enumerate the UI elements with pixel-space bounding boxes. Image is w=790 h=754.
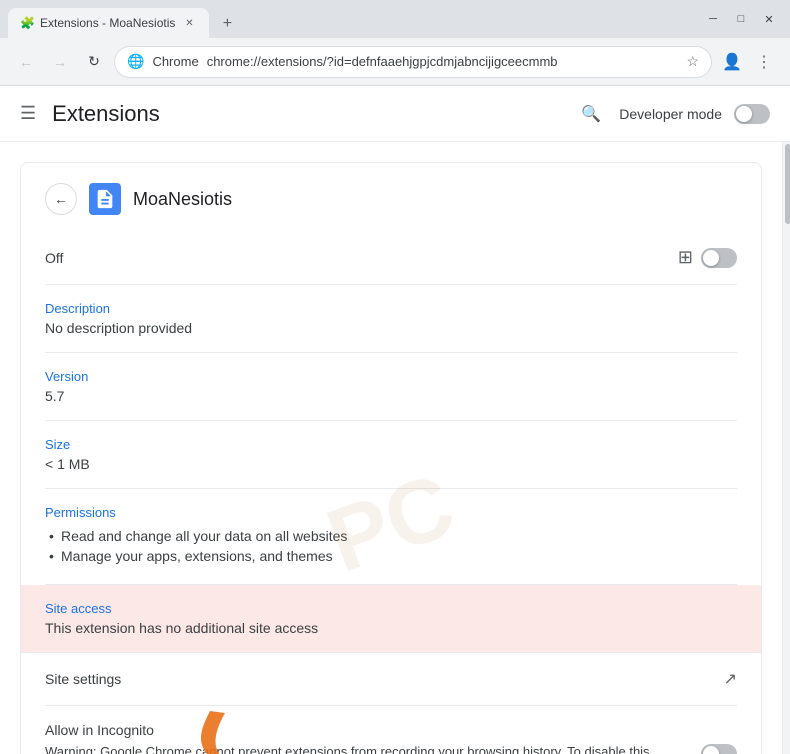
permissions-section: Permissions Read and change all your dat… xyxy=(45,489,737,585)
sidebar-toggle-button[interactable]: ☰ xyxy=(20,103,36,124)
extensions-content: PC ← MoaNesiotis xyxy=(0,142,790,754)
version-label: Version xyxy=(45,369,737,384)
profile-button[interactable]: 👤 xyxy=(718,48,746,76)
developer-mode-label: Developer mode xyxy=(619,106,722,122)
new-tab-button[interactable]: + xyxy=(213,10,241,38)
description-section: Description No description provided xyxy=(45,285,737,353)
browser-frame: 🧩 Extensions - MoaNesiotis ✕ + ─ □ ✕ ← →… xyxy=(0,0,790,754)
size-section: Size < 1 MB xyxy=(45,421,737,489)
description-value: No description provided xyxy=(45,320,737,336)
size-value: < 1 MB xyxy=(45,456,737,472)
extensions-main: PC ← MoaNesiotis xyxy=(0,142,782,754)
site-access-section: Site access This extension has no additi… xyxy=(21,585,761,653)
description-label: Description xyxy=(45,301,737,316)
status-section: Off ⊞ xyxy=(45,231,737,285)
extensions-header: ☰ Extensions 🔍 Developer mode xyxy=(0,86,790,142)
version-value: 5.7 xyxy=(45,388,737,404)
maximize-button[interactable]: □ xyxy=(728,9,754,29)
omnibox[interactable]: 🌐 Chrome chrome://extensions/?id=defnfaa… xyxy=(114,46,712,78)
forward-nav-button[interactable]: → xyxy=(46,48,74,76)
arrow-svg xyxy=(180,701,270,754)
permission-item-2: Manage your apps, extensions, and themes xyxy=(45,548,737,564)
version-section: Version 5.7 xyxy=(45,353,737,421)
extension-enabled-toggle-knob xyxy=(703,250,719,266)
back-nav-button[interactable]: ← xyxy=(12,48,40,76)
permissions-list: Read and change all your data on all web… xyxy=(45,528,737,564)
incognito-toggle-knob xyxy=(703,746,719,754)
reload-button[interactable]: ↻ xyxy=(80,48,108,76)
omnibox-brand-label: Chrome xyxy=(152,54,198,69)
site-settings-label: Site settings xyxy=(45,671,121,687)
address-bar: ← → ↻ 🌐 Chrome chrome://extensions/?id=d… xyxy=(0,38,790,86)
back-button[interactable]: ← xyxy=(45,183,77,215)
detail-header: ← MoaNesiotis xyxy=(45,183,737,215)
chrome-logo-icon: 🌐 xyxy=(127,53,144,70)
tab-title: Extensions - MoaNesiotis xyxy=(40,16,175,30)
incognito-toggle[interactable] xyxy=(701,744,737,754)
close-button[interactable]: ✕ xyxy=(756,9,782,29)
extension-enabled-toggle[interactable] xyxy=(701,248,737,268)
scrollbar-thumb[interactable] xyxy=(785,144,790,224)
status-label: Off xyxy=(45,250,63,266)
extension-icon xyxy=(89,183,121,215)
minimize-button[interactable]: ─ xyxy=(700,9,726,29)
title-bar: 🧩 Extensions - MoaNesiotis ✕ + ─ □ ✕ xyxy=(0,0,790,38)
extension-detail-card: ← MoaNesiotis Off xyxy=(20,162,762,754)
active-tab[interactable]: 🧩 Extensions - MoaNesiotis ✕ xyxy=(8,8,209,38)
tab-strip: 🧩 Extensions - MoaNesiotis ✕ + xyxy=(8,0,700,38)
incognito-row: Warning: Google Chrome cannot prevent ex… xyxy=(45,742,737,754)
incognito-description: Warning: Google Chrome cannot prevent ex… xyxy=(45,742,701,754)
omnibox-url: chrome://extensions/?id=defnfaaehjgpjcdm… xyxy=(207,54,558,69)
tab-favicon: 🧩 xyxy=(20,16,34,30)
status-actions: ⊞ xyxy=(678,247,737,268)
size-label: Size xyxy=(45,437,737,452)
search-button[interactable]: 🔍 xyxy=(575,98,607,130)
extensions-page-title: Extensions xyxy=(52,101,160,127)
incognito-label: Allow in Incognito xyxy=(45,722,737,738)
extension-name: MoaNesiotis xyxy=(133,189,232,210)
developer-mode-toggle[interactable] xyxy=(734,104,770,124)
extension-icon-svg xyxy=(94,188,116,210)
incognito-section: Allow in Incognito Warning: Google Chrom… xyxy=(45,706,737,754)
permissions-label: Permissions xyxy=(45,505,737,520)
site-settings-row: Site settings ↗ xyxy=(45,669,737,689)
scrollbar[interactable] xyxy=(782,142,790,754)
menu-button[interactable]: ⋮ xyxy=(750,48,778,76)
detail-wrapper: PC ← MoaNesiotis xyxy=(0,162,782,754)
bookmark-icon[interactable]: ☆ xyxy=(686,53,699,70)
tab-close-button[interactable]: ✕ xyxy=(181,15,197,31)
grid-icon[interactable]: ⊞ xyxy=(678,247,693,268)
header-right-actions: 🔍 Developer mode xyxy=(575,98,770,130)
status-row: Off ⊞ xyxy=(45,247,737,268)
window-controls: ─ □ ✕ xyxy=(700,9,782,29)
site-access-value: This extension has no additional site ac… xyxy=(45,620,737,636)
site-access-label: Site access xyxy=(45,601,737,616)
permission-item-1: Read and change all your data on all web… xyxy=(45,528,737,544)
address-bar-actions: 👤 ⋮ xyxy=(718,48,778,76)
extensions-page: ☰ Extensions 🔍 Developer mode PC xyxy=(0,86,790,754)
site-settings-section: Site settings ↗ xyxy=(45,653,737,706)
developer-mode-toggle-knob xyxy=(736,106,752,122)
external-link-icon[interactable]: ↗ xyxy=(724,669,737,689)
arrow-annotation xyxy=(180,701,270,754)
